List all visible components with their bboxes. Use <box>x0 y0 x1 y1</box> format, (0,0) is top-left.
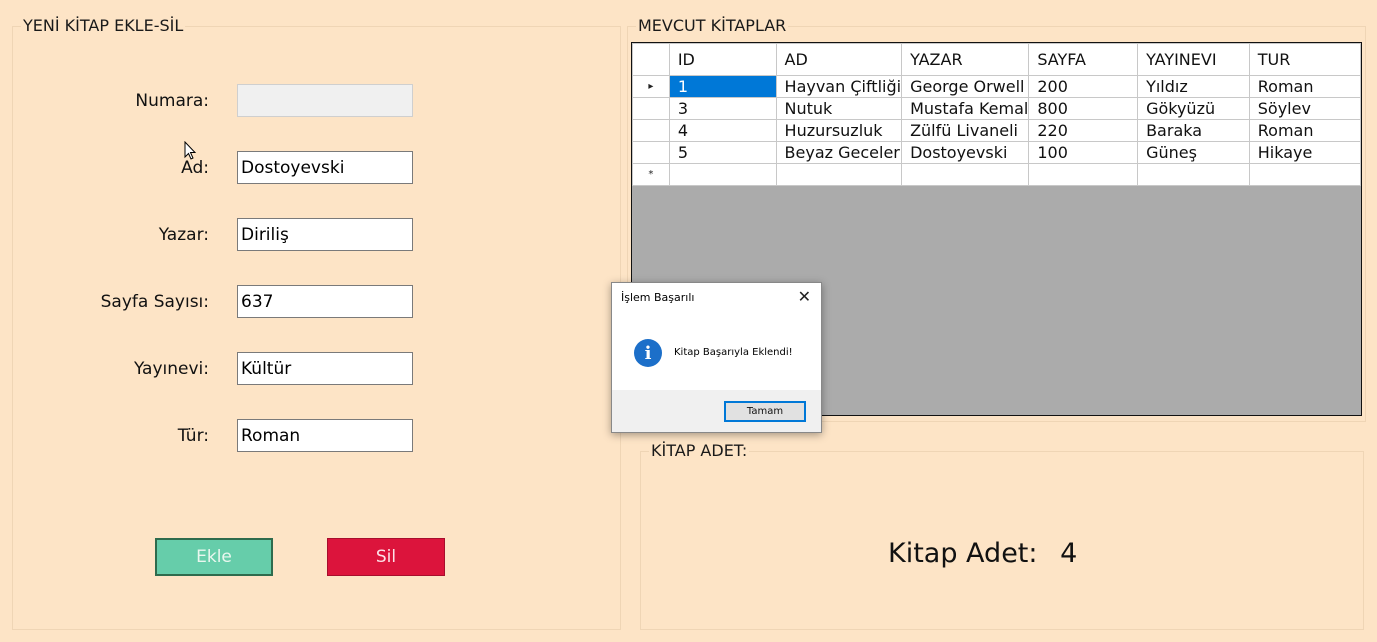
dialog-footer: Tamam <box>612 390 821 432</box>
table-row[interactable]: ▸ 1 Hayvan Çiftliği George Orwell 200 Yı… <box>632 75 1361 98</box>
table-cell[interactable]: Huzursuzluk <box>775 119 903 142</box>
row-header[interactable] <box>632 97 670 120</box>
table-cell[interactable]: 200 <box>1028 75 1139 98</box>
page-count-field[interactable] <box>237 285 413 318</box>
add-delete-group-title: YENİ KİTAP EKLE-SİL <box>21 16 186 36</box>
page-count-label: Sayfa Sayısı: <box>100 292 209 312</box>
publisher-field[interactable] <box>237 352 413 385</box>
table-row[interactable]: 4 Huzursuzluk Zülfü Livaneli 220 Baraka … <box>632 119 1361 142</box>
books-table: ID AD YAZAR SAYFA YAYINEVI TUR ▸ 1 Hayva… <box>632 43 1361 186</box>
table-cell[interactable] <box>668 163 777 186</box>
table-cell[interactable]: 1 <box>668 75 777 98</box>
row-header[interactable] <box>632 141 670 164</box>
table-cell[interactable] <box>1028 163 1139 186</box>
delete-button[interactable]: Sil <box>327 538 445 576</box>
table-cell[interactable]: 100 <box>1028 141 1139 164</box>
publisher-label: Yayınevi: <box>134 359 209 379</box>
number-label: Numara: <box>135 91 209 111</box>
column-header-sayfa[interactable]: SAYFA <box>1028 43 1139 76</box>
table-cell[interactable]: 5 <box>668 141 777 164</box>
table-cell[interactable]: 800 <box>1028 97 1139 120</box>
column-header-id[interactable]: ID <box>668 43 777 76</box>
table-cell[interactable]: Gökyüzü <box>1137 97 1250 120</box>
table-cell[interactable]: Söylev <box>1248 97 1361 120</box>
table-header-row: ID AD YAZAR SAYFA YAYINEVI TUR <box>632 43 1361 76</box>
book-count-display: Kitap Adet: 4 <box>888 538 1077 569</box>
success-dialog: İşlem Başarılı ✕ i Kitap Başarıyla Eklen… <box>611 282 822 433</box>
title-label: Ad: <box>181 158 209 178</box>
books-group-title: MEVCUT KİTAPLAR <box>636 16 789 36</box>
table-cell[interactable] <box>1137 163 1250 186</box>
close-icon[interactable]: ✕ <box>798 287 811 306</box>
column-header-yayinevi[interactable]: YAYINEVI <box>1137 43 1250 76</box>
author-field[interactable] <box>237 218 413 251</box>
table-cell[interactable]: Güneş <box>1137 141 1250 164</box>
table-cell[interactable]: 4 <box>668 119 777 142</box>
new-row[interactable]: * <box>632 163 1361 186</box>
genre-field[interactable] <box>237 419 413 452</box>
table-cell[interactable]: Baraka <box>1137 119 1250 142</box>
info-icon: i <box>634 339 662 367</box>
ok-button[interactable]: Tamam <box>724 401 806 422</box>
current-row-marker-icon[interactable]: ▸ <box>632 75 670 98</box>
table-cell[interactable]: Hayvan Çiftliği <box>775 75 903 98</box>
table-cell[interactable]: Zülfü Livaneli <box>901 119 1030 142</box>
table-cell[interactable]: Yıldız <box>1137 75 1250 98</box>
book-count-label: Kitap Adet: <box>888 538 1038 569</box>
table-cell[interactable]: Hikaye <box>1248 141 1361 164</box>
table-cell[interactable]: Roman <box>1248 75 1361 98</box>
table-cell[interactable]: Nutuk <box>775 97 903 120</box>
table-cell[interactable]: 220 <box>1028 119 1139 142</box>
table-cell[interactable]: Beyaz Geceler <box>775 141 903 164</box>
column-header-tur[interactable]: TUR <box>1248 43 1361 76</box>
column-header-yazar[interactable]: YAZAR <box>901 43 1030 76</box>
table-cell[interactable] <box>775 163 903 186</box>
table-row[interactable]: 3 Nutuk Mustafa Kemal 800 Gökyüzü Söylev <box>632 97 1361 120</box>
author-label: Yazar: <box>158 225 209 245</box>
row-header[interactable] <box>632 119 670 142</box>
table-cell[interactable] <box>1248 163 1361 186</box>
new-row-marker-icon[interactable]: * <box>632 163 670 186</box>
count-group-title: KİTAP ADET: <box>649 441 750 461</box>
table-cell[interactable]: George Orwell <box>901 75 1030 98</box>
dialog-title: İşlem Başarılı <box>621 291 695 304</box>
table-cell[interactable] <box>901 163 1030 186</box>
table-cell[interactable]: 3 <box>668 97 777 120</box>
add-button[interactable]: Ekle <box>155 538 273 576</box>
book-count-value: 4 <box>1060 538 1078 569</box>
table-cell[interactable]: Mustafa Kemal <box>901 97 1030 120</box>
column-header-ad[interactable]: AD <box>775 43 903 76</box>
dialog-message: Kitap Başarıyla Eklendi! <box>674 347 793 358</box>
genre-label: Tür: <box>177 426 209 446</box>
title-field[interactable] <box>237 151 413 184</box>
table-cell[interactable]: Dostoyevski <box>901 141 1030 164</box>
mouse-cursor-icon <box>184 141 197 160</box>
table-row[interactable]: 5 Beyaz Geceler Dostoyevski 100 Güneş Hi… <box>632 141 1361 164</box>
table-cell[interactable]: Roman <box>1248 119 1361 142</box>
row-header-corner <box>632 43 670 76</box>
number-field[interactable] <box>237 84 413 117</box>
